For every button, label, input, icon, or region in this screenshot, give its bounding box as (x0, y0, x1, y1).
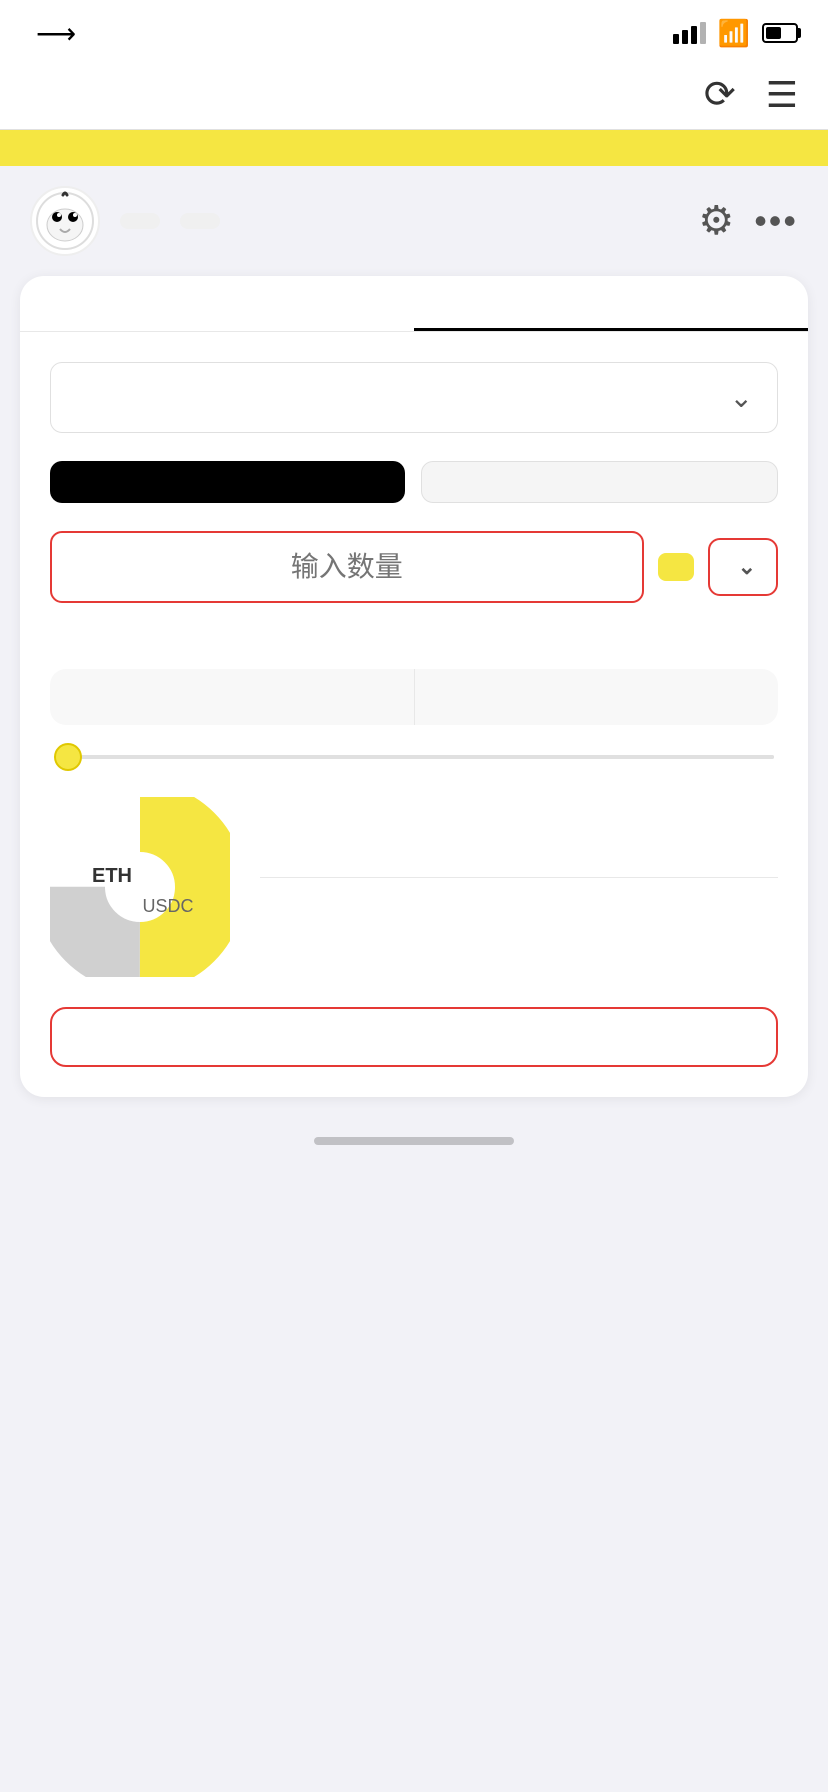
my-pool-cell (50, 669, 415, 725)
my-pool-button[interactable] (180, 213, 220, 229)
tab-pool[interactable] (414, 276, 808, 331)
status-time: ⟶ (30, 17, 76, 50)
tab-trade[interactable] (20, 276, 414, 331)
stats-divider (260, 877, 778, 878)
browser-actions[interactable]: ⟳ ☰ (704, 72, 798, 117)
token-selector[interactable]: ⌄ (708, 538, 778, 596)
status-bar: ⟶ 📶 (0, 0, 828, 60)
slider-container (50, 755, 778, 767)
slider-track[interactable] (54, 755, 774, 759)
warning-banner[interactable] (0, 130, 828, 166)
dodo-mascot-icon (35, 191, 95, 251)
usdc-pie-label: USDC (142, 896, 193, 916)
menu-button[interactable]: ☰ (766, 74, 798, 116)
proportion-cell (415, 669, 779, 725)
pair-chevron-icon: ⌄ (730, 381, 753, 414)
status-icons: 📶 (673, 18, 798, 49)
withdraw-button[interactable] (421, 461, 778, 503)
battery-icon (762, 23, 798, 43)
app-header: ⚙ ••• (0, 166, 828, 276)
settings-icon[interactable]: ⚙ (698, 198, 734, 244)
amount-input-row: ⌄ (50, 531, 778, 603)
confirm-button[interactable] (50, 1007, 778, 1067)
pair-selector[interactable]: ⌄ (50, 362, 778, 433)
eth-pie-label: ETH (92, 865, 132, 887)
pool-info-grid (50, 669, 778, 725)
browser-bar: ⟳ ☰ (0, 60, 828, 130)
amount-input[interactable] (50, 531, 644, 603)
token-chevron-icon: ⌄ (738, 554, 756, 580)
max-button[interactable] (658, 553, 694, 581)
chart-stats-section: ETH USDC (50, 797, 778, 977)
pool-card: ⌄ ⌄ (20, 332, 808, 1097)
pool-stats (260, 857, 778, 918)
signal-bars (673, 22, 706, 44)
slider-thumb[interactable] (54, 743, 82, 771)
tabs-bar (20, 276, 808, 332)
wallet-address[interactable] (120, 213, 160, 229)
home-indicator (0, 1121, 828, 1175)
more-options-icon[interactable]: ••• (754, 200, 798, 242)
deposit-withdraw-buttons (50, 461, 778, 503)
home-bar (314, 1137, 514, 1145)
refresh-button[interactable]: ⟳ (704, 72, 736, 117)
pool-pie-chart: ETH USDC (50, 797, 230, 977)
deposit-button[interactable] (50, 461, 405, 503)
location-icon: ⟶ (36, 17, 76, 50)
dodo-logo (30, 186, 100, 256)
wifi-icon: 📶 (718, 18, 750, 49)
